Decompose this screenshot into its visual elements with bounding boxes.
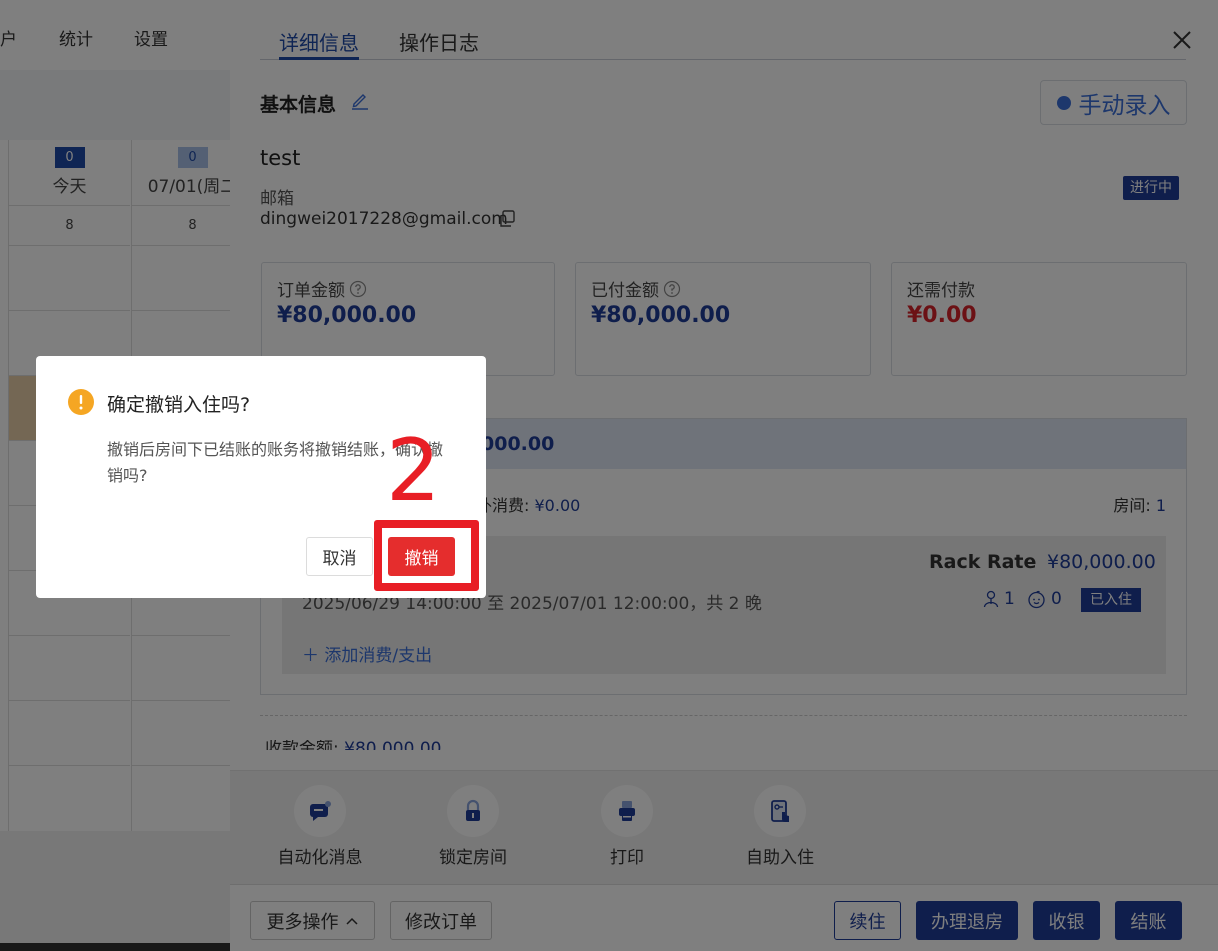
step-number-annotation: 2 (386, 421, 441, 521)
highlight-box (374, 520, 479, 591)
dialog-title: 确定撤销入住吗? (107, 394, 251, 416)
cancel-button[interactable]: 取消 (306, 537, 373, 576)
warning-icon (68, 389, 94, 415)
